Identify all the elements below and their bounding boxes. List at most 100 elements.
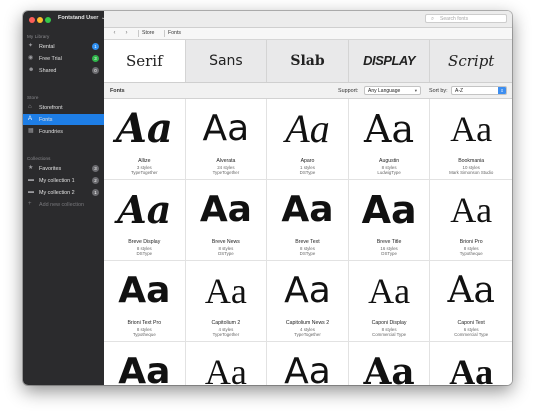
people-icon: ☻ — [28, 67, 35, 73]
font-card[interactable]: Aa Allize 3 styles TypeTogether — [104, 99, 186, 180]
tab-slab[interactable]: Slab — [267, 40, 349, 82]
font-card[interactable]: Aa Capitolium News 24 styles TypeTogether — [267, 261, 349, 342]
toolbar: ⌕ Search fonts — [104, 11, 512, 28]
sidebar-item-free-trial[interactable]: ◉ Free Trial 3 — [23, 53, 104, 64]
language-select[interactable]: Any Language ▾ — [364, 86, 421, 95]
breadcrumb-fonts[interactable]: Fonts — [164, 30, 184, 37]
font-style-count: 8 styles — [300, 245, 315, 251]
tab-sans[interactable]: Sans — [186, 40, 268, 82]
font-card[interactable]: Aa Caponi Text 6 styles Commercial Type — [430, 261, 512, 342]
sidebar-item-my-collection-2[interactable]: ▬ My collection 2 1 — [23, 187, 104, 198]
folder-icon: ▬ — [28, 177, 34, 183]
zoom-window-button[interactable] — [45, 17, 51, 23]
font-card[interactable]: Aa Caponi Display 8 styles Commercial Type — [348, 261, 431, 342]
font-specimen: Aa — [450, 190, 493, 230]
forward-button[interactable]: › — [122, 29, 131, 37]
font-specimen: Aa — [202, 108, 250, 149]
font-foundry: Typotheque — [132, 332, 156, 337]
font-card[interactable]: Aa Breve News 8 styles DSType — [185, 180, 268, 261]
font-card[interactable]: Aa — [430, 342, 512, 385]
font-name: Breve Text — [295, 239, 320, 245]
count-badge: 1 — [92, 43, 99, 50]
font-foundry: TypeTogether — [212, 170, 240, 175]
font-style-count: 8 styles — [381, 326, 397, 332]
count-badge: 1 — [92, 189, 99, 196]
pin-icon: ✦ — [28, 43, 34, 49]
font-card[interactable]: Aa — [186, 342, 268, 385]
tab-serif[interactable]: Serif — [104, 40, 186, 82]
user-menu[interactable]: Fontstand User ⌄ — [58, 15, 105, 21]
font-card[interactable]: Aa Brioni Text Pro 8 styles Typotheque — [104, 261, 186, 342]
tab-script[interactable]: Script — [430, 40, 512, 82]
font-specimen: Aa — [199, 189, 252, 230]
font-grid: Aa Allize 3 styles TypeTogether Aa Alverata 24… — [104, 99, 512, 385]
font-card[interactable]: Aa Capitolium 24 styles TypeTogether — [185, 261, 268, 342]
font-name: Caponi Text — [457, 320, 485, 326]
font-style-count: 1 styles — [300, 164, 315, 170]
font-card[interactable]: Aa Brioni Pro 8 styles Typotheque — [430, 180, 512, 261]
sort-select-value: A-Z — [455, 88, 464, 94]
font-style-count: 8 styles — [136, 245, 152, 251]
font-style-count: 8 styles — [136, 326, 152, 332]
font-card[interactable]: Aa — [349, 342, 431, 385]
section-my-library: My Library — [27, 34, 50, 39]
font-card[interactable]: Aa — [267, 342, 349, 385]
font-style-count: 8 styles — [218, 245, 234, 251]
font-card[interactable]: Aa Breve Display 8 styles DSType — [104, 180, 186, 261]
type-icon: A — [28, 116, 33, 122]
font-specimen: Aa — [118, 270, 171, 311]
font-specimen: Aa — [204, 271, 247, 311]
font-style-count: 8 styles — [463, 245, 479, 251]
close-window-button[interactable] — [29, 17, 35, 23]
font-foundry: TypeTogether — [294, 332, 321, 337]
font-card[interactable]: Aa Breve Text 8 styles DSType — [267, 180, 349, 261]
building-icon: ▦ — [28, 128, 34, 134]
font-foundry: DSType — [381, 251, 397, 256]
font-foundry: DSType — [136, 251, 153, 256]
font-name: Breve News — [211, 239, 240, 245]
breadcrumb-bar: ‹ › Store Fonts — [104, 28, 512, 40]
count-badge: 2 — [92, 177, 99, 184]
font-card[interactable]: Aa — [104, 342, 186, 385]
sidebar-item-my-collection-1[interactable]: ▬ My collection 1 2 — [23, 175, 104, 186]
search-field[interactable]: ⌕ Search fonts — [425, 14, 507, 23]
font-card[interactable]: Aa Breve Title 16 styles DSType — [348, 180, 431, 261]
app-window: Fontstand User ⌄ My Library ✦ Rental 1 ◉… — [23, 11, 512, 385]
font-foundry: TypeTogether — [130, 170, 158, 175]
user-name: Fontstand User — [58, 15, 99, 21]
font-card[interactable]: Aa Augustin 8 styles LudwigType — [348, 99, 431, 180]
font-specimen: Aa — [450, 109, 493, 149]
sidebar-item-label: Foundries — [39, 128, 63, 135]
sort-label: Sort by: — [429, 87, 448, 94]
section-store: Store — [27, 95, 39, 100]
back-button[interactable]: ‹ — [110, 29, 119, 37]
font-name: Allize — [138, 158, 151, 164]
font-card[interactable]: Aa Aparo 1 styles DSType — [267, 99, 349, 180]
breadcrumb-store[interactable]: Store — [138, 30, 157, 37]
tab-display[interactable]: DISPLAY — [349, 40, 431, 82]
sidebar-item-storefront[interactable]: ⌂ Storefront — [23, 102, 104, 113]
sidebar-item-foundries[interactable]: ▦ Foundries — [23, 126, 104, 137]
count-badge: 3 — [92, 165, 99, 172]
font-style-count: 4 styles — [218, 326, 234, 332]
font-card[interactable]: Aa Bookmania 10 styles Mark Simonson Studio — [430, 99, 512, 180]
folder-icon: ▬ — [28, 189, 34, 195]
language-select-value: Any Language — [368, 88, 401, 94]
sidebar: Fontstand User ⌄ My Library ✦ Rental 1 ◉… — [23, 11, 105, 385]
minimize-window-button[interactable] — [37, 17, 43, 23]
sidebar-item-rental[interactable]: ✦ Rental 1 — [23, 41, 104, 52]
sidebar-item-add-collection[interactable]: + Add new collection — [23, 199, 104, 210]
sort-select[interactable]: A-Z ⇕ — [451, 86, 507, 95]
font-specimen: Aa — [284, 270, 331, 311]
font-specimen: Aa — [204, 352, 247, 385]
sidebar-item-shared[interactable]: ☻ Shared 0 — [23, 65, 104, 76]
font-card[interactable]: Aa Alverata 24 styles TypeTogether — [185, 99, 268, 180]
eye-icon: ◉ — [28, 55, 34, 61]
sidebar-item-label: Storefront — [39, 104, 63, 111]
search-icon: ⌕ — [431, 16, 435, 22]
sidebar-item-favorites[interactable]: ★ Favorites 3 — [23, 163, 104, 174]
sidebar-item-fonts[interactable]: A Fonts — [23, 114, 104, 125]
sidebar-item-label: Favorites — [39, 165, 62, 172]
font-specimen: Aa — [447, 270, 495, 311]
section-collections: Collections — [27, 156, 51, 161]
